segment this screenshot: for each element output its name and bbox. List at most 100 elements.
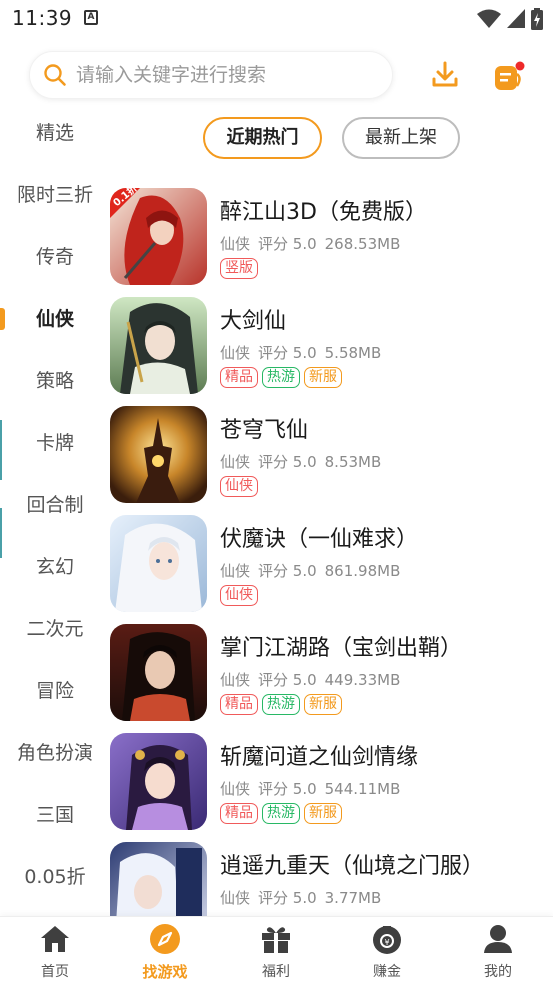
- download-icon: [432, 61, 458, 87]
- game-size: 8.53MB: [324, 453, 382, 471]
- game-size: 544.11MB: [324, 780, 401, 798]
- sidebar-item-anime[interactable]: 二次元: [0, 609, 110, 649]
- tab-newest[interactable]: 最新上架: [342, 117, 460, 159]
- game-title: 苍穹飞仙: [220, 418, 309, 443]
- game-tag: 新服: [304, 367, 342, 388]
- game-category: 仙侠: [220, 562, 251, 580]
- game-category: 仙侠: [220, 453, 251, 471]
- status-indicators: [477, 8, 543, 30]
- sidebar-item-0-05-discount[interactable]: 0.05折: [0, 857, 110, 897]
- game-tag: 热游: [262, 694, 300, 715]
- nav-home[interactable]: 首页: [0, 923, 110, 983]
- game-meta: 仙侠 评分 5.0 544.11MB: [220, 778, 408, 799]
- game-rating: 评分 5.0: [258, 671, 317, 689]
- game-tag: 热游: [262, 367, 300, 388]
- sidebar-item-three-kingdoms[interactable]: 三国: [0, 795, 110, 835]
- game-tag: 新服: [304, 694, 342, 715]
- nav-find-games[interactable]: 找游戏: [110, 923, 220, 983]
- game-icon: [110, 515, 207, 612]
- notification-icon: A: [84, 10, 98, 25]
- game-icon: [110, 297, 207, 394]
- search-box[interactable]: [29, 51, 393, 99]
- nav-label: 我的: [484, 964, 512, 980]
- game-category: 仙侠: [220, 235, 251, 253]
- game-meta: 仙侠 评分 5.0 5.58MB: [220, 342, 389, 363]
- sidebar-item-fantasy[interactable]: 玄幻: [0, 547, 110, 587]
- tag-row: 精品 热游 新服: [220, 694, 342, 715]
- game-tag: 精品: [220, 803, 258, 824]
- game-title: 醉江山3D（免费版）: [220, 200, 427, 225]
- game-title: 逍遥九重天（仙境之门服）: [220, 854, 485, 879]
- sidebar-item-rpg[interactable]: 角色扮演: [0, 733, 110, 773]
- search-input[interactable]: [76, 64, 376, 86]
- user-icon: [481, 923, 515, 955]
- message-icon: [495, 61, 525, 90]
- sidebar-item-limited-discount[interactable]: 限时三折: [0, 175, 110, 215]
- message-button[interactable]: [492, 60, 526, 94]
- wifi-icon: [477, 9, 501, 28]
- sidebar-item-adventure[interactable]: 冒险: [0, 671, 110, 711]
- bottom-navigation: 首页 找游戏 福利 ¥ 赚金 我的: [0, 916, 553, 984]
- game-tag: 精品: [220, 367, 258, 388]
- game-title: 掌门江湖路（宝剑出鞘）: [220, 636, 463, 661]
- game-icon: [110, 624, 207, 721]
- game-row[interactable]: 0.1折 醉江山3D（免费版） 仙侠 评分 5.0 268.53MB 竖版: [110, 188, 550, 288]
- game-rating: 评分 5.0: [258, 344, 317, 362]
- sidebar-item-turn-based[interactable]: 回合制: [0, 485, 110, 525]
- game-icon: [110, 733, 207, 830]
- sidebar-item-strategy[interactable]: 策略: [0, 361, 110, 401]
- compass-icon: [148, 923, 182, 955]
- tag-row: 精品 热游 新服: [220, 803, 342, 824]
- svg-text:¥: ¥: [384, 938, 389, 947]
- game-size: 5.58MB: [324, 344, 382, 362]
- game-rating: 评分 5.0: [258, 235, 317, 253]
- sidebar-item-featured[interactable]: 精选: [0, 113, 110, 153]
- sidebar-item-xianxia[interactable]: 仙侠: [0, 299, 110, 339]
- game-meta: 仙侠 评分 5.0 861.98MB: [220, 560, 408, 581]
- game-category: 仙侠: [220, 780, 251, 798]
- sidebar-item-legend[interactable]: 传奇: [0, 237, 110, 277]
- game-title: 大剑仙: [220, 309, 287, 334]
- game-rating: 评分 5.0: [258, 889, 317, 907]
- gift-icon: [259, 923, 293, 955]
- nav-label: 赚金: [373, 964, 401, 980]
- tag-row: 竖版: [220, 258, 258, 279]
- game-icon: 0.1折: [110, 188, 207, 285]
- game-category: 仙侠: [220, 671, 251, 689]
- search-icon: [42, 62, 68, 88]
- sidebar-item-card[interactable]: 卡牌: [0, 423, 110, 463]
- game-row[interactable]: 苍穹飞仙 仙侠 评分 5.0 8.53MB 仙侠: [110, 406, 550, 506]
- tag-row: 仙侠: [220, 585, 258, 606]
- game-meta: 仙侠 评分 5.0 8.53MB: [220, 451, 389, 472]
- coin-bag-icon: ¥: [370, 923, 404, 955]
- game-size: 449.33MB: [324, 671, 401, 689]
- home-icon: [38, 923, 72, 955]
- game-meta: 仙侠 评分 5.0 3.77MB: [220, 887, 389, 908]
- nav-earn[interactable]: ¥ 赚金: [332, 923, 442, 983]
- nav-welfare[interactable]: 福利: [221, 923, 331, 983]
- game-tag: 精品: [220, 694, 258, 715]
- game-row[interactable]: 斩魔问道之仙剑情缘 仙侠 评分 5.0 544.11MB 精品 热游 新服: [110, 733, 550, 833]
- tag-row: 仙侠: [220, 476, 258, 497]
- game-tag: 新服: [304, 803, 342, 824]
- tag-row: 精品 热游 新服: [220, 367, 342, 388]
- game-size: 268.53MB: [324, 235, 401, 253]
- download-button[interactable]: [430, 60, 460, 90]
- nav-mine[interactable]: 我的: [443, 923, 553, 983]
- game-row[interactable]: 大剑仙 仙侠 评分 5.0 5.58MB 精品 热游 新服: [110, 297, 550, 397]
- game-title: 伏魔诀（一仙难求）: [220, 527, 419, 552]
- battery-icon: [531, 8, 543, 30]
- status-bar: 11:39 A: [0, 0, 553, 38]
- nav-label: 福利: [262, 964, 290, 980]
- game-tag: 仙侠: [220, 585, 258, 606]
- game-title: 斩魔问道之仙剑情缘: [220, 745, 419, 770]
- game-row[interactable]: 伏魔诀（一仙难求） 仙侠 评分 5.0 861.98MB 仙侠: [110, 515, 550, 615]
- game-row[interactable]: 掌门江湖路（宝剑出鞘） 仙侠 评分 5.0 449.33MB 精品 热游 新服: [110, 624, 550, 724]
- tab-recent-hot[interactable]: 近期热门: [203, 117, 322, 159]
- game-tag: 仙侠: [220, 476, 258, 497]
- game-size: 3.77MB: [324, 889, 382, 907]
- game-tag: 竖版: [220, 258, 258, 279]
- game-rating: 评分 5.0: [258, 780, 317, 798]
- nav-label: 找游戏: [142, 963, 188, 981]
- game-meta: 仙侠 评分 5.0 449.33MB: [220, 669, 408, 690]
